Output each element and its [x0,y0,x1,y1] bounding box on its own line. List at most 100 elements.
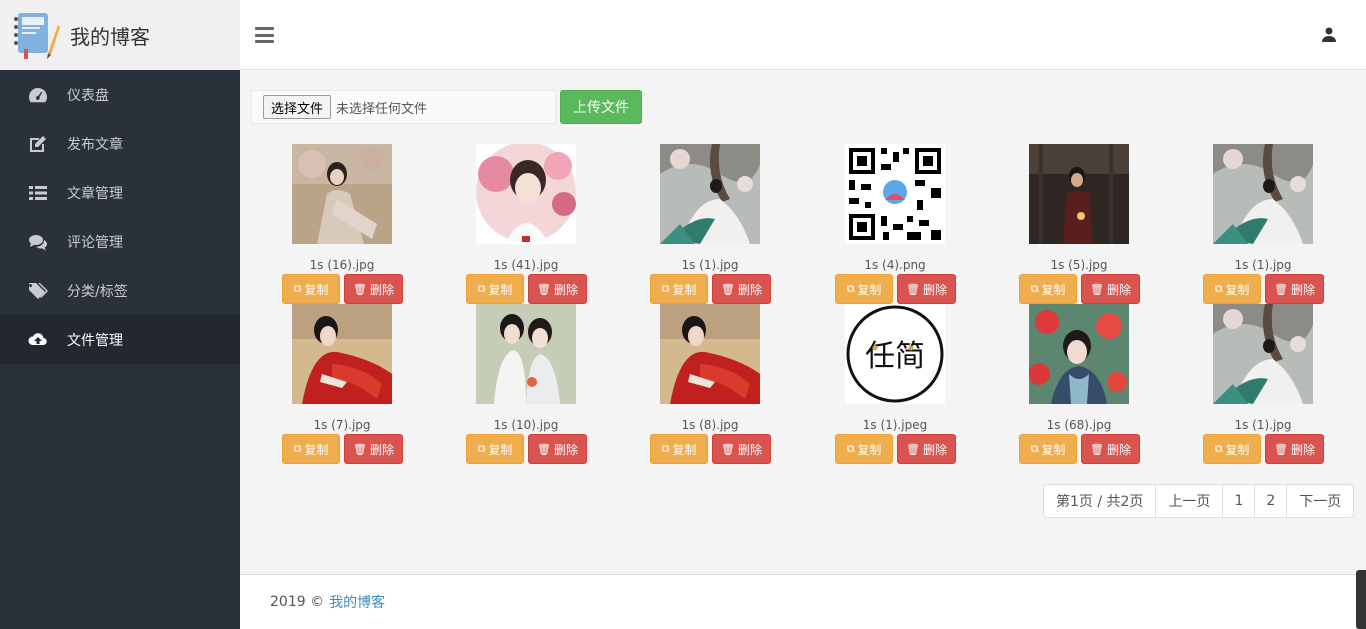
copy-label: 复制 [1041,442,1066,457]
copy-button[interactable]: ⧉ 复制 [1019,274,1077,304]
delete-button[interactable]: 🗑︎ 删除 [1081,274,1140,304]
file-thumbnail[interactable] [476,144,576,244]
copy-button[interactable]: ⧉ 复制 [650,434,708,464]
copy-label: 复制 [672,442,697,457]
copy-icon: ⧉ [293,282,302,295]
page-1-button[interactable]: 1 [1222,485,1254,517]
file-thumbnail[interactable] [660,304,760,404]
sidebar-item-dashboard[interactable]: 仪表盘 [0,70,240,119]
file-name: 1s (1).jpg [1234,258,1292,272]
delete-button[interactable]: 🗑︎ 删除 [344,434,403,464]
copy-button[interactable]: ⧉ 复制 [1203,434,1261,464]
choose-file-button[interactable]: 选择文件 [263,95,332,119]
copy-button[interactable]: ⧉ 复制 [1203,274,1261,304]
copy-label: 复制 [1225,282,1250,297]
dashboard-icon [28,86,48,104]
file-thumbnail[interactable] [476,304,576,404]
copy-label: 复制 [488,282,513,297]
copy-button[interactable]: ⧉ 复制 [466,434,524,464]
sidebar-item-articles[interactable]: 文章管理 [0,168,240,217]
sidebar-item-label: 分类/标签 [67,283,128,300]
sidebar-item-tags[interactable]: 分类/标签 [0,266,240,315]
copy-label: 复制 [857,282,882,297]
prev-page-button[interactable]: 上一页 [1155,485,1222,517]
notebook-logo-icon [10,9,60,61]
file-name: 1s (1).jpg [1234,418,1292,432]
page-2-button[interactable]: 2 [1254,485,1286,517]
file-name: 1s (7).jpg [313,418,371,432]
brand[interactable]: 我的博客 [0,0,240,70]
file-thumbnail[interactable] [1213,304,1313,404]
delete-label: 删除 [1290,442,1315,457]
file-card: 1s (7).jpg ⧉ 复制 🗑︎ 删除 [250,304,434,464]
file-thumbnail[interactable] [1029,144,1129,244]
sidebar-nav: 仪表盘 发布文章 文章管理 评论管理 分类/标签 文件管理 [0,70,240,364]
tags-icon [28,282,48,300]
copy-button[interactable]: ⧉ 复制 [466,274,524,304]
delete-label: 删除 [922,282,947,297]
copy-button[interactable]: ⧉ 复制 [835,274,893,304]
delete-button[interactable]: 🗑︎ 删除 [897,434,956,464]
copy-label: 复制 [1225,442,1250,457]
file-thumbnail[interactable] [845,144,945,244]
sidebar-item-label: 文章管理 [67,185,123,202]
copy-icon: ⧉ [661,282,670,295]
copy-button[interactable]: ⧉ 复制 [282,434,340,464]
file-card: 1s (68).jpg ⧉ 复制 🗑︎ 删除 [987,304,1171,464]
file-thumbnail[interactable] [292,144,392,244]
file-name: 1s (5).jpg [1050,258,1108,272]
copy-icon: ⧉ [1030,282,1039,295]
file-thumbnail[interactable] [1213,144,1313,244]
copy-button[interactable]: ⧉ 复制 [282,274,340,304]
sidebar-item-label: 发布文章 [67,136,123,153]
file-thumbnail[interactable] [660,144,760,244]
delete-button[interactable]: 🗑︎ 删除 [528,434,587,464]
delete-button[interactable]: 🗑︎ 删除 [344,274,403,304]
copy-icon: ⧉ [1214,282,1223,295]
trash-icon: 🗑︎ [721,442,735,456]
user-icon[interactable] [1322,27,1336,42]
file-thumbnail[interactable] [292,304,392,404]
file-name: 1s (1).jpg [681,258,739,272]
scroll-indicator[interactable] [1356,570,1366,629]
copy-icon: ⧉ [293,442,302,455]
delete-button[interactable]: 🗑︎ 删除 [1265,434,1324,464]
delete-button[interactable]: 🗑︎ 删除 [712,274,771,304]
sidebar-item-comments[interactable]: 评论管理 [0,217,240,266]
file-card: 1s (16).jpg ⧉ 复制 🗑︎ 删除 [250,144,434,304]
brand-title: 我的博客 [70,24,150,49]
file-thumbnail[interactable] [1029,304,1129,404]
trash-icon: 🗑︎ [906,282,920,296]
page-info: 第1页 / 共2页 [1056,494,1144,510]
file-name: 1s (8).jpg [681,418,739,432]
delete-button[interactable]: 🗑︎ 删除 [528,274,587,304]
file-name: 1s (16).jpg [309,258,375,272]
trash-icon: 🗑︎ [721,282,735,296]
delete-label: 删除 [737,442,762,457]
menu-toggle-icon[interactable] [255,27,274,43]
delete-button[interactable]: 🗑︎ 删除 [1265,274,1324,304]
file-card: 1s (4).png ⧉ 复制 🗑︎ 删除 [803,144,987,304]
delete-label: 删除 [369,442,394,457]
list-icon [28,184,48,202]
delete-button[interactable]: 🗑︎ 删除 [897,274,956,304]
copy-button[interactable]: ⧉ 复制 [650,274,708,304]
edit-icon [28,135,48,153]
sidebar-item-publish[interactable]: 发布文章 [0,119,240,168]
trash-icon: 🗑︎ [1090,282,1104,296]
next-page-button[interactable]: 下一页 [1286,485,1353,517]
file-thumbnail[interactable]: 任简 [845,304,945,404]
copy-button[interactable]: ⧉ 复制 [835,434,893,464]
footer-blog-link[interactable]: 我的博客 [329,592,385,612]
copy-button[interactable]: ⧉ 复制 [1019,434,1077,464]
file-input: 选择文件 未选择任何文件 [251,90,556,124]
copy-label: 复制 [304,442,329,457]
trash-icon: 🗑︎ [1274,442,1288,456]
delete-label: 删除 [922,442,947,457]
delete-button[interactable]: 🗑︎ 删除 [712,434,771,464]
trash-icon: 🗑︎ [537,282,551,296]
file-name: 1s (4).png [864,258,926,272]
sidebar-item-files[interactable]: 文件管理 [0,315,240,364]
upload-button[interactable]: 上传文件 [560,90,642,124]
delete-button[interactable]: 🗑︎ 删除 [1081,434,1140,464]
